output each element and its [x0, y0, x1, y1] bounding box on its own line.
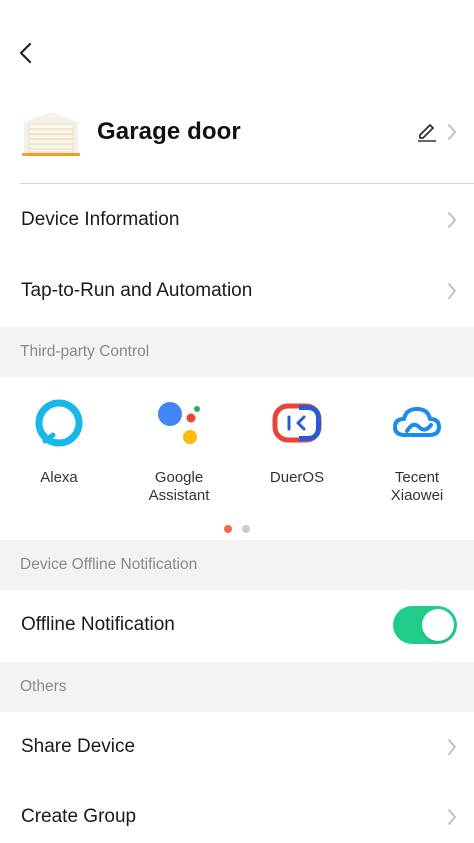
share-device-label: Share Device [21, 736, 136, 757]
back-button[interactable] [12, 38, 42, 68]
chevron-right-icon [448, 739, 456, 755]
offline-notification-label: Offline Notification [21, 614, 175, 635]
pagination-dots [0, 520, 474, 538]
chevron-right-icon [448, 283, 456, 299]
share-device-row[interactable]: Share Device [0, 712, 474, 782]
dueros-icon [272, 403, 322, 443]
device-information-label: Device Information [21, 209, 180, 230]
section-title: Third-party Control [20, 343, 150, 360]
device-name: Garage door [97, 118, 241, 145]
tap-to-run-row[interactable]: Tap-to-Run and Automation [0, 256, 474, 326]
third-party-label: DuerOS [269, 469, 325, 486]
pagination-dot[interactable] [242, 525, 250, 533]
tap-to-run-label: Tap-to-Run and Automation [21, 280, 253, 301]
third-party-google-assistant[interactable]: Google Assistant [124, 397, 234, 505]
chevron-right-icon [448, 124, 456, 140]
divider [20, 183, 474, 184]
chevron-left-icon [19, 42, 32, 64]
section-title: Device Offline Notification [20, 556, 198, 573]
section-title: Others [20, 678, 67, 695]
chevron-right-icon [448, 809, 456, 825]
third-party-alexa[interactable]: Alexa [4, 397, 114, 487]
offline-section-header: Device Offline Notification [0, 540, 474, 590]
toggle-knob [422, 609, 454, 641]
garage-door-icon [22, 112, 80, 156]
others-section-header: Others [0, 662, 474, 712]
offline-notification-row: Offline Notification [0, 590, 474, 660]
device-header[interactable]: Garage door [0, 100, 474, 184]
third-party-dueros[interactable]: DuerOS [242, 397, 352, 487]
create-group-label: Create Group [21, 806, 137, 827]
third-party-label: Google Assistant [148, 469, 210, 504]
third-party-panel[interactable]: Alexa Google Assistant DuerOS Tecent Xia… [0, 377, 474, 537]
third-party-section-header: Third-party Control [0, 327, 474, 377]
pencil-icon[interactable] [416, 120, 438, 142]
device-information-row[interactable]: Device Information [0, 185, 474, 255]
alexa-icon [35, 399, 83, 447]
offline-notification-toggle[interactable] [393, 606, 457, 644]
third-party-label: Tecent Xiaowei [390, 469, 444, 504]
third-party-label: Alexa [40, 469, 78, 486]
tencent-xiaowei-icon [393, 407, 441, 437]
google-assistant-icon [158, 402, 200, 444]
pagination-dot-active[interactable] [224, 525, 232, 533]
create-group-row[interactable]: Create Group [0, 782, 474, 843]
third-party-tencent-xiaowei[interactable]: Tecent Xiaowei [362, 397, 472, 505]
chevron-right-icon [448, 212, 456, 228]
